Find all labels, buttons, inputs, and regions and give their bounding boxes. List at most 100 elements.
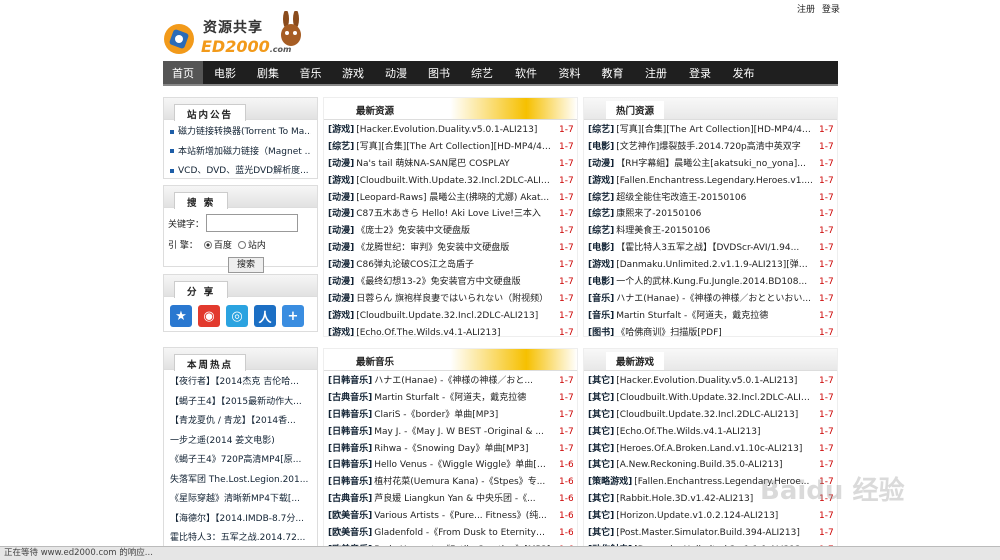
resource-row[interactable]: [其它] [Post.Master.Simulator.Build.394-ALI… <box>588 525 833 542</box>
list-item[interactable]: 【蝎子王4】【2015最新动作大... <box>170 393 311 413</box>
resource-title[interactable]: ハナエ(Hanae) -《神様の神様／おと... <box>374 373 553 390</box>
resource-category[interactable]: [其它] <box>588 491 614 508</box>
resource-row[interactable]: [古典音乐] 芦良媛 Liangkun Yan & 中央乐团 -《... 1-6 <box>328 491 573 508</box>
resource-category[interactable]: [日韩音乐] <box>328 424 372 441</box>
list-item[interactable]: VCD、DVD、蓝光DVD解析度... <box>170 162 311 182</box>
resource-row[interactable]: [其它] [Heroes.Of.A.Broken.Land.v1.10c-ALI2… <box>588 441 833 458</box>
resource-title[interactable]: [Horizon.Update.v1.0.2.124-ALI213] <box>616 508 813 525</box>
resource-row[interactable]: [动漫] Na's tail 萌妹NA-SAN尾巴 COSPLAY 1-7 <box>328 156 573 173</box>
list-item[interactable]: 失落军团 The.Lost.Legion.201... <box>170 471 311 491</box>
nav-item[interactable]: 综艺 <box>460 61 504 84</box>
resource-row[interactable]: [其它] [Hacker.Evolution.Duality.v5.0.1-ALI… <box>588 373 833 390</box>
resource-row[interactable]: [其它] [Echo.Of.The.Wilds.v4.1-ALI213] 1-7 <box>588 424 833 441</box>
nav-item[interactable]: 电影 <box>203 61 247 84</box>
resource-category[interactable]: [欧美音乐] <box>328 525 372 542</box>
resource-title[interactable]: 康熙来了-20150106 <box>616 206 813 223</box>
resource-title[interactable]: Hello Venus -《Wiggle Wiggle》单曲[MP3] <box>374 457 553 474</box>
resource-category[interactable]: [日韩音乐] <box>328 474 372 491</box>
resource-row[interactable]: [动漫] C87五木あきら Hello! Aki Love Live!三本入 1-7 <box>328 206 573 223</box>
nav-item[interactable]: 图书 <box>418 61 460 84</box>
resource-row[interactable]: [音乐] ハナエ(Hanae) -《神様の神様／おとといおい... 1-7 <box>588 291 833 308</box>
resource-row[interactable]: [电影] 一个人的武林.Kung.Fu.Jungle.2014.BD108... 1… <box>588 274 833 291</box>
resource-title[interactable]: [Leopard-Raws] 晨曦公主(拂晓的尤娜) Akat... <box>356 190 553 207</box>
resource-row[interactable]: [动漫] 《庞士2》免安装中文硬盘版 1-7 <box>328 223 573 240</box>
resource-title[interactable]: [Hacker.Evolution.Duality.v5.0.1-ALI213] <box>356 122 553 139</box>
resource-title[interactable]: Various Artists -《Pure... Fitness》(纯... <box>374 508 553 525</box>
nav-item[interactable]: 软件 <box>504 61 548 84</box>
resource-row[interactable]: [动漫] 日蓉らん 旗袍样良妻ではいられない（附视频） 1-7 <box>328 291 573 308</box>
resource-row[interactable]: [动漫] 《龙腾世纪：审判》免安装中文硬盘版 1-7 <box>328 240 573 257</box>
resource-title[interactable]: ClariS -《border》单曲[MP3] <box>374 407 553 424</box>
resource-title[interactable]: May J. -《May J. W BEST -Original & ... <box>374 424 553 441</box>
nav-item[interactable]: 首页 <box>163 61 203 84</box>
resource-title[interactable]: Gladenfold -《From Dusk to Eternity》... <box>374 525 553 542</box>
nav-item[interactable]: 游戏 <box>332 61 374 84</box>
resource-title[interactable]: 芦良媛 Liangkun Yan & 中央乐团 -《... <box>374 491 553 508</box>
resource-category[interactable]: [游戏] <box>328 308 354 325</box>
resource-row[interactable]: [综艺] 料理美食王-20150106 1-7 <box>588 223 833 240</box>
keyword-input[interactable] <box>206 214 299 232</box>
resource-row[interactable]: [日韩音乐] May J. -《May J. W BEST -Original &… <box>328 424 573 441</box>
resource-row[interactable]: [电影] 【霍比特人3五军之战】【DVDScr-AVI/1.94... 1-7 <box>588 240 833 257</box>
resource-row[interactable]: [动漫] 《最终幻想13-2》免安装官方中文硬盘版 1-7 <box>328 274 573 291</box>
resource-title[interactable]: 植村花菜(Uemura Kana) -《Stpes》专... <box>374 474 553 491</box>
nav-item[interactable]: 发布 <box>722 61 765 84</box>
resource-category[interactable]: [其它] <box>588 441 614 458</box>
resource-title[interactable]: Martin Sturfalt -《阿道夫，戴克拉德 <box>374 390 553 407</box>
resource-category[interactable]: [日韩音乐] <box>328 441 372 458</box>
resource-category[interactable]: [日韩音乐] <box>328 457 372 474</box>
resource-category[interactable]: [综艺] <box>588 206 614 223</box>
nav-item[interactable]: 动漫 <box>374 61 418 84</box>
resource-row[interactable]: [游戏] [Fallen.Enchantress.Legendary.Heroes… <box>588 173 833 190</box>
resource-category[interactable]: [电影] <box>588 139 614 156</box>
resource-title[interactable]: [Cloudbuilt.Update.32.Incl.2DLC-ALI213] <box>616 407 813 424</box>
nav-item[interactable]: 教育 <box>591 61 634 84</box>
resource-title[interactable]: [Heroes.Of.A.Broken.Land.v1.10c-ALI213] <box>616 441 813 458</box>
resource-title[interactable]: [文艺神作]爆裂鼓手.2014.720p高清中英双字 <box>616 139 813 156</box>
resource-title[interactable]: 一个人的武林.Kung.Fu.Jungle.2014.BD108... <box>616 274 813 291</box>
nav-item[interactable]: 剧集 <box>247 61 289 84</box>
resource-row[interactable]: [日韩音乐] Rihwa -《Snowing Day》单曲[MP3] 1-7 <box>328 441 573 458</box>
resource-category[interactable]: [综艺] <box>328 139 354 156</box>
list-item[interactable]: 本站新增加磁力链接（Magnet ... <box>170 143 311 163</box>
resource-title[interactable]: 《庞士2》免安装中文硬盘版 <box>356 223 553 240</box>
resource-category[interactable]: [电影] <box>588 274 614 291</box>
resource-title[interactable]: [Hacker.Evolution.Duality.v5.0.1-ALI213] <box>616 373 813 390</box>
resource-category[interactable]: [日韩音乐] <box>328 373 372 390</box>
resource-category[interactable]: [日韩音乐] <box>328 407 372 424</box>
resource-title[interactable]: Na's tail 萌妹NA-SAN尾巴 COSPLAY <box>356 156 553 173</box>
renren-icon[interactable]: 人 <box>254 305 276 327</box>
resource-category[interactable]: [图书] <box>588 325 614 342</box>
resource-category[interactable]: [动漫] <box>328 257 354 274</box>
resource-title[interactable]: [Cloudbuilt.Update.32.Incl.2DLC-ALI213] <box>356 308 553 325</box>
resource-row[interactable]: [动漫] C86弹丸论破COS江之岛盾子 1-7 <box>328 257 573 274</box>
resource-row[interactable]: [游戏] [Cloudbuilt.Update.32.Incl.2DLC-ALI2… <box>328 308 573 325</box>
resource-title[interactable]: [Danmaku.Unlimited.2.v1.1.9-ALI213][弹幕..… <box>616 257 813 274</box>
resource-row[interactable]: [古典音乐] Martin Sturfalt -《阿道夫，戴克拉德 1-7 <box>328 390 573 407</box>
login-link[interactable]: 登录 <box>822 5 840 15</box>
resource-category[interactable]: [游戏] <box>328 173 354 190</box>
resource-row[interactable]: [日韩音乐] ハナエ(Hanae) -《神様の神様／おと... 1-7 <box>328 373 573 390</box>
resource-row[interactable]: [日韩音乐] ClariS -《border》单曲[MP3] 1-7 <box>328 407 573 424</box>
resource-row[interactable]: [其它] [Horizon.Update.v1.0.2.124-ALI213] 1-… <box>588 508 833 525</box>
resource-title[interactable]: [写真][合集][The Art Collection][HD-MP4/46..… <box>616 122 813 139</box>
nav-item[interactable]: 资料 <box>548 61 591 84</box>
resource-row[interactable]: [其它] [Cloudbuilt.Update.32.Incl.2DLC-ALI2… <box>588 407 833 424</box>
qzone-star-icon[interactable]: ★ <box>170 305 192 327</box>
resource-category[interactable]: [综艺] <box>588 223 614 240</box>
register-link[interactable]: 注册 <box>797 5 815 15</box>
resource-category[interactable]: [欧美音乐] <box>328 508 372 525</box>
resource-title[interactable]: Rihwa -《Snowing Day》单曲[MP3] <box>374 441 553 458</box>
resource-row[interactable]: [游戏] [Echo.Of.The.Wilds.v4.1-ALI213] 1-7 <box>328 325 573 342</box>
resource-row[interactable]: [综艺] [写真][合集][The Art Collection][HD-MP4/… <box>328 139 573 156</box>
resource-title[interactable]: C86弹丸论破COS江之岛盾子 <box>356 257 553 274</box>
resource-row[interactable]: [其它] [Cloudbuilt.With.Update.32.Incl.2DLC… <box>588 390 833 407</box>
nav-item[interactable]: 音乐 <box>289 61 332 84</box>
resource-title[interactable]: [Fallen.Enchantress.Legendary.Heroes.v1.… <box>616 173 813 190</box>
resource-category[interactable]: [动漫] <box>328 240 354 257</box>
list-item[interactable]: 磁力链接转换器(Torrent To Ma... <box>170 123 311 143</box>
resource-row[interactable]: [电影] [文艺神作]爆裂鼓手.2014.720p高清中英双字 1-7 <box>588 139 833 156</box>
list-item[interactable]: 【夜行者】【2014杰克 吉伦哈... <box>170 373 311 393</box>
resource-category[interactable]: [其它] <box>588 457 614 474</box>
resource-title[interactable]: [Echo.Of.The.Wilds.v4.1-ALI213] <box>356 325 553 342</box>
